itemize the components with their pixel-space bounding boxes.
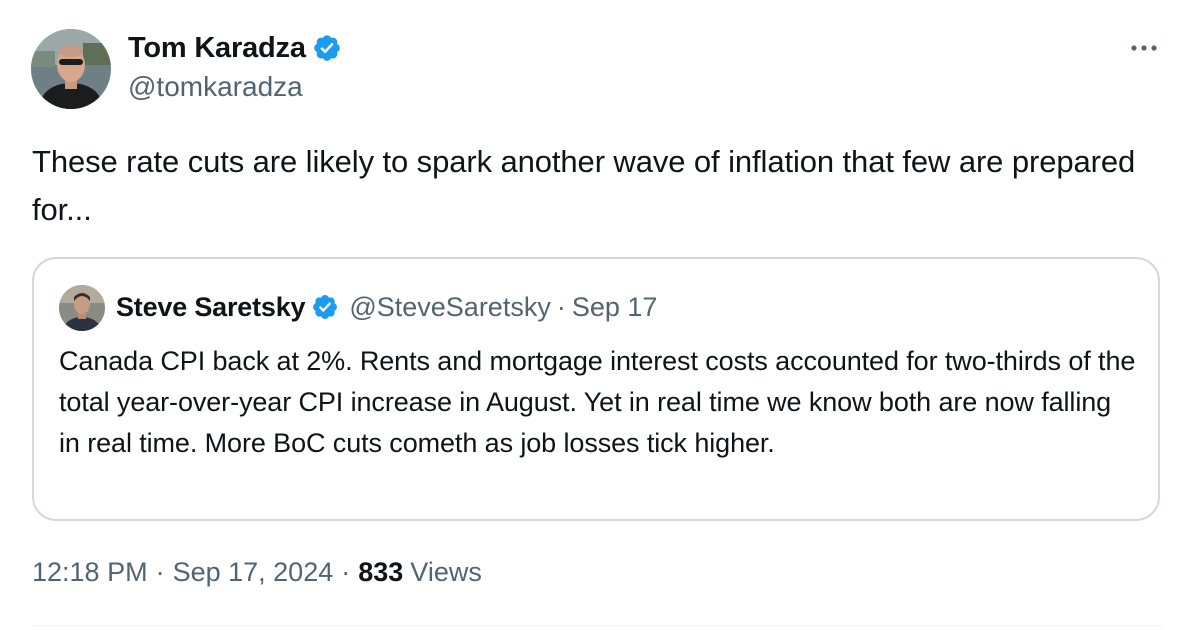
more-options-button[interactable] <box>1126 30 1162 66</box>
separator-dot: · <box>341 557 351 587</box>
views-label[interactable]: Views <box>410 557 482 588</box>
verified-badge-icon[interactable] <box>312 33 342 63</box>
divider <box>32 625 1162 626</box>
separator-dot: · <box>155 557 165 587</box>
tweet: Tom Karadza @tomkaradza These rate cuts … <box>0 0 1196 630</box>
quoted-tweet-text: Canada CPI back at 2%. Rents and mortgag… <box>59 346 1136 458</box>
views-count[interactable]: 833 <box>358 557 403 588</box>
quoted-tweet-card[interactable]: Steve Saretsky @SteveSaretsky · Sep 17 C… <box>32 257 1160 521</box>
author-handle[interactable]: @tomkaradza <box>128 71 303 103</box>
tweet-meta: 12:18 PM · Sep 17, 2024 · 833 Views <box>32 557 482 588</box>
tweet-time[interactable]: 12:18 PM <box>32 557 148 588</box>
author-avatar[interactable] <box>31 29 111 109</box>
quoted-tweet-header: Steve Saretsky @SteveSaretsky · Sep 17 <box>116 289 657 325</box>
quoted-author-name: Steve Saretsky <box>116 291 306 322</box>
quoted-author-avatar[interactable] <box>59 285 105 331</box>
quoted-tweet-date[interactable]: Sep 17 <box>572 292 658 323</box>
quoted-author-handle: @SteveSaretsky <box>349 291 551 322</box>
author-name[interactable]: Tom Karadza <box>128 32 306 65</box>
more-horizontal-icon <box>1131 45 1157 51</box>
verified-badge-icon <box>313 295 338 319</box>
tweet-date[interactable]: Sep 17, 2024 <box>173 557 334 588</box>
tweet-text: These rate cuts are likely to spark anot… <box>32 144 1136 227</box>
author-name-row: Tom Karadza <box>128 30 342 66</box>
separator-dot: · <box>556 291 566 322</box>
